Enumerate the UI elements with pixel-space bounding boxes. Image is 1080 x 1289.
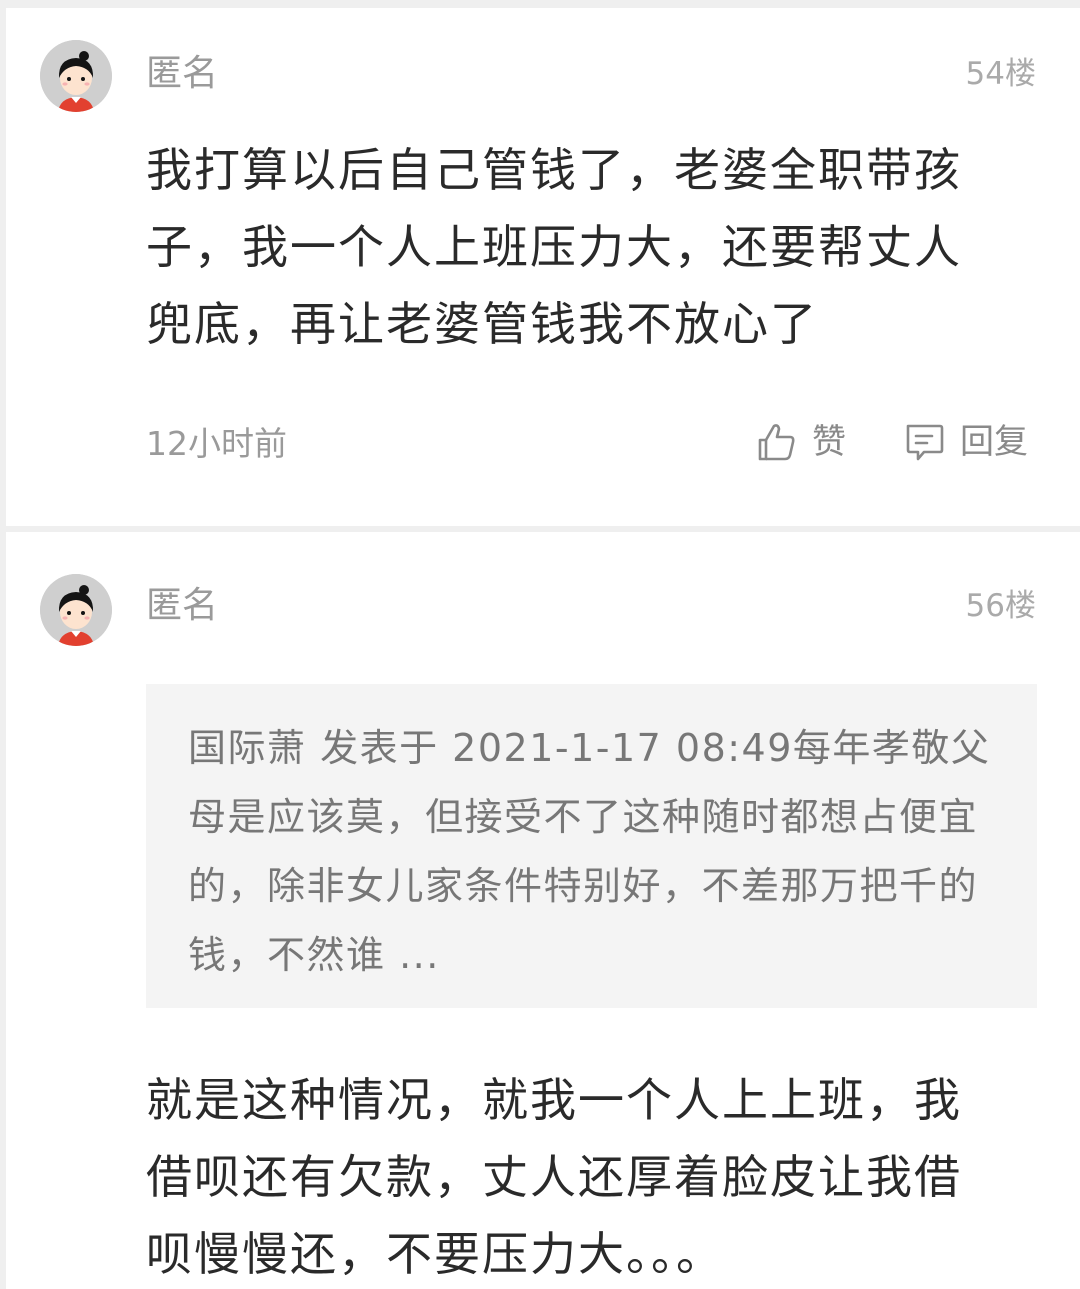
floor-number: 56楼 [965,588,1036,624]
reply-button[interactable]: 回复 [902,420,1028,464]
anonymous-avatar-icon [40,40,112,112]
comment-text: 我打算以后自己管钱了，老婆全职带孩子，我一个人上班压力大，还要帮丈人兜底，再让老… [146,143,962,351]
comment-card: 匿名 54楼 我打算以后自己管钱了，老婆全职带孩子，我一个人上班压力大，还要帮丈… [6,8,1080,526]
floor-number: 54楼 [965,56,1036,92]
avatar[interactable] [40,40,112,112]
like-button[interactable]: 赞 [754,420,846,464]
comment-text: 就是这种情况，就我一个人上上班，我借呗还有欠款，丈人还厚着脸皮让我借呗慢慢还，不… [146,1073,962,1281]
comment-card: 匿名 56楼 国际萧 发表于 2021-1-17 08:49每年孝敬父母是应该莫… [6,532,1080,1289]
author-name[interactable]: 匿名 [146,52,218,96]
author-name[interactable]: 匿名 [146,584,218,628]
timestamp: 12小时前 [146,424,287,463]
quote-text: 国际萧 发表于 2021-1-17 08:49每年孝敬父母是应该莫，但接受不了这… [188,726,991,977]
quoted-reply[interactable]: 国际萧 发表于 2021-1-17 08:49每年孝敬父母是应该莫，但接受不了这… [146,684,1037,1008]
thumbs-up-icon [758,424,795,461]
comment-bubble-icon [906,424,944,461]
anonymous-avatar-icon [40,574,112,646]
like-label: 赞 [812,422,846,462]
avatar[interactable] [40,574,112,646]
comment-thread: 匿名 54楼 我打算以后自己管钱了，老婆全职带孩子，我一个人上班压力大，还要帮丈… [0,0,1080,1289]
reply-label: 回复 [960,422,1028,462]
